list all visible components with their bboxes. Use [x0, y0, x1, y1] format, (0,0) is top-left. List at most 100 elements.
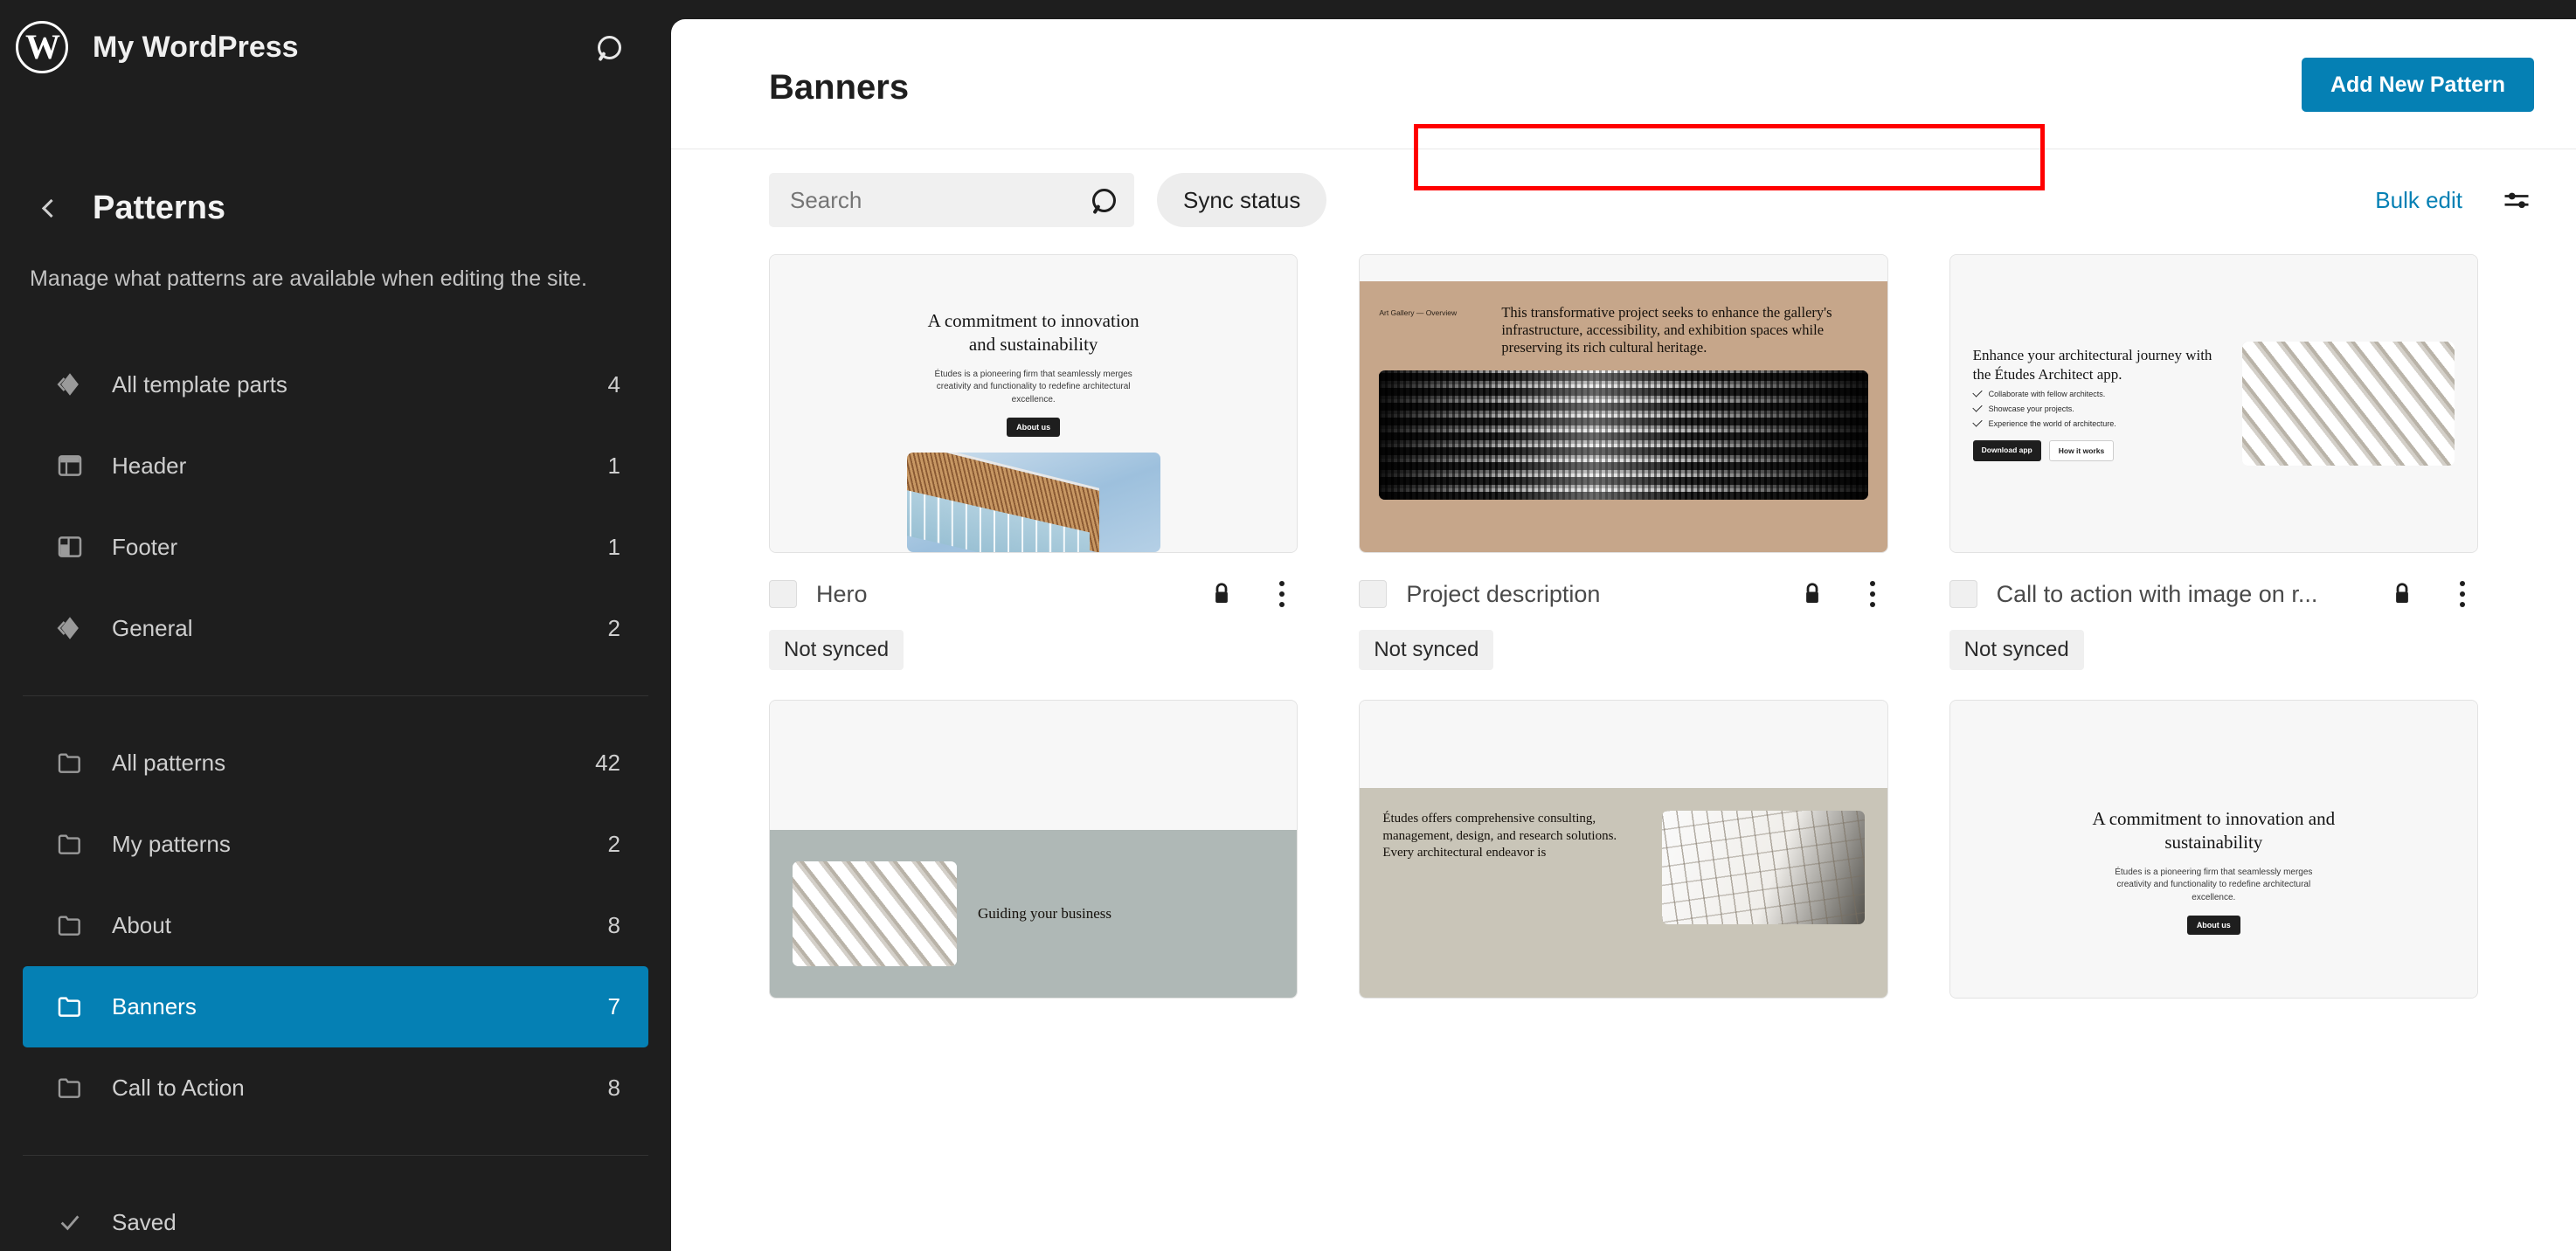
sidebar-item-count: 8: [607, 1074, 620, 1101]
main-panel: Banners Add New Pattern Search Sync stat…: [671, 19, 2576, 1251]
main-header: Banners Add New Pattern: [671, 19, 2576, 115]
folder-icon: [52, 1070, 87, 1105]
pattern-card: Enhance your architectural journey with …: [1949, 254, 2478, 670]
sidebar-item-call-to-action[interactable]: Call to Action 8: [23, 1047, 648, 1129]
preview-bullet-text: Showcase your projects.: [1988, 404, 2074, 413]
more-vertical-icon[interactable]: [1266, 577, 1298, 612]
saved-list: Saved: [0, 1182, 671, 1251]
preview-bullet-text: Experience the world of architecture.: [1988, 418, 2116, 428]
sidebar-item-count: 1: [607, 452, 620, 479]
more-vertical-icon[interactable]: [1857, 577, 1888, 612]
white-folded-geometry-photo: [2242, 342, 2455, 466]
sidebar-item-count: 2: [607, 614, 620, 641]
sliders-icon: [2504, 192, 2529, 209]
pattern-select-checkbox[interactable]: [1949, 580, 1977, 608]
pattern-card-meta: Call to action with image on r...: [1949, 576, 2478, 612]
sidebar-item-label: General: [112, 614, 193, 641]
pattern-preview[interactable]: Guiding your business: [769, 700, 1298, 999]
pattern-preview[interactable]: Enhance your architectural journey with …: [1949, 254, 2478, 553]
main-page-title: Banners: [769, 68, 910, 107]
sidebar-item-label: Header: [112, 452, 187, 479]
preview-eyebrow: Art Gallery — Overview: [1379, 308, 1458, 317]
sidebar-search-button[interactable]: [585, 24, 633, 71]
preview-bullet: Collaborate with fellow architects.: [1971, 387, 2222, 398]
sidebar-topbar: W My WordPress: [0, 0, 671, 94]
check-icon: [1971, 402, 1983, 412]
check-icon: [1971, 417, 1983, 427]
sidebar-item-all-patterns[interactable]: All patterns 42: [23, 722, 648, 804]
folder-icon: [52, 908, 87, 943]
sidebar-description: Manage what patterns are available when …: [30, 266, 587, 291]
pattern-preview[interactable]: Études offers comprehensive consulting, …: [1359, 700, 1888, 999]
preview-bullet: Showcase your projects.: [1971, 402, 2222, 413]
white-folded-geometry-photo: [793, 861, 957, 966]
pattern-title: Hero: [816, 580, 868, 607]
patterns-toolbar: Search Sync status Bulk edit: [671, 149, 2576, 230]
sidebar-item-count: 4: [607, 370, 620, 397]
sidebar-item-saved[interactable]: Saved: [23, 1182, 648, 1251]
preview-button: About us: [2186, 916, 2240, 936]
lock-icon: [1801, 581, 1824, 607]
architecture-canopy-sky-photo: [906, 453, 1160, 552]
check-icon: [1971, 387, 1983, 397]
pattern-card-meta: Project description: [1359, 576, 1887, 612]
preview-secondary-button: How it works: [2048, 439, 2115, 461]
preview-button: About us: [1007, 418, 1061, 438]
sidebar: W My WordPress Patterns Manage what patt…: [0, 0, 671, 1251]
sidebar-item-count: 42: [595, 749, 620, 776]
layers-icon: [52, 611, 87, 646]
sidebar-item-label: Call to Action: [112, 1074, 245, 1101]
preview-heading: Guiding your business: [978, 905, 1111, 923]
back-button[interactable]: [30, 189, 68, 227]
folder-icon: [52, 826, 87, 861]
lock-icon: [2391, 581, 2413, 607]
sidebar-divider: [23, 1154, 648, 1156]
sidebar-item-about[interactable]: About 8: [23, 885, 648, 966]
view-options-button[interactable]: [2499, 183, 2534, 218]
folder-icon: [52, 989, 87, 1024]
pattern-preview[interactable]: A commitment to innovation and sustainab…: [1949, 700, 2478, 999]
layers-icon: [52, 367, 87, 402]
sidebar-item-all-template-parts[interactable]: All template parts 4: [23, 344, 648, 425]
preview-heading: A commitment to innovation and sustainab…: [2092, 808, 2336, 854]
sidebar-divider: [23, 695, 648, 696]
sidebar-item-label: Footer: [112, 533, 178, 560]
patterns-grid: A commitment to innovation and sustainab…: [671, 230, 2576, 999]
sidebar-item-label: About: [112, 911, 171, 938]
sidebar-item-my-patterns[interactable]: My patterns 2: [23, 804, 648, 885]
sidebar-item-label: Saved: [112, 1208, 177, 1235]
preview-body: Études is a pioneering firm that seamles…: [2115, 867, 2313, 902]
wordpress-logo-icon[interactable]: W: [16, 21, 68, 73]
pattern-card-meta: Hero: [769, 576, 1298, 612]
preview-bullet-text: Collaborate with fellow architects.: [1988, 389, 2106, 398]
sync-status-badge: Not synced: [1949, 630, 2084, 670]
sidebar-item-footer[interactable]: Footer 1: [23, 507, 648, 588]
add-new-pattern-button[interactable]: Add New Pattern: [2301, 58, 2534, 112]
sync-status-badge: Not synced: [1359, 630, 1494, 670]
sidebar-item-banners[interactable]: Banners 7: [23, 965, 648, 1047]
search-input[interactable]: Search: [769, 173, 1134, 227]
pattern-card: Art Gallery — Overview This transformati…: [1359, 254, 1888, 670]
pattern-select-checkbox[interactable]: [769, 580, 797, 608]
pattern-preview[interactable]: Art Gallery — Overview This transformati…: [1359, 254, 1888, 553]
chevron-left-icon: [41, 198, 61, 218]
sidebar-item-count: 2: [607, 830, 620, 857]
pattern-title: Project description: [1406, 580, 1601, 607]
sync-status-filter-button[interactable]: Sync status: [1157, 173, 1327, 227]
site-title: My WordPress: [93, 30, 299, 64]
black-and-white-apartment-tower-photo: [1379, 370, 1868, 501]
footer-layout-icon: [52, 529, 87, 564]
sidebar-item-header[interactable]: Header 1: [23, 425, 648, 507]
pattern-select-checkbox[interactable]: [1359, 580, 1388, 608]
header-layout-icon: [52, 448, 87, 483]
sidebar-item-label: All template parts: [112, 370, 287, 397]
more-vertical-icon[interactable]: [2447, 577, 2478, 612]
pattern-card: Guiding your business: [769, 700, 1298, 999]
pattern-preview[interactable]: A commitment to innovation and sustainab…: [769, 254, 1298, 553]
preview-heading: Enhance your architectural journey with …: [1972, 347, 2212, 383]
folder-icon: [52, 745, 87, 780]
search-placeholder: Search: [790, 186, 862, 213]
sidebar-item-label: All patterns: [112, 749, 226, 776]
bulk-edit-button[interactable]: Bulk edit: [2375, 187, 2462, 214]
sidebar-item-general[interactable]: General 2: [23, 588, 648, 669]
